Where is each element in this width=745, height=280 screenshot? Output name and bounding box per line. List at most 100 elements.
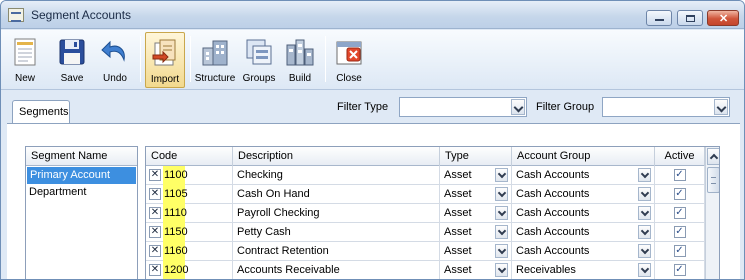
chevron-down-icon[interactable]	[511, 99, 525, 115]
segment-item-department[interactable]: Department	[26, 184, 137, 201]
active-checkbox[interactable]: ✓	[673, 169, 686, 181]
chevron-down-icon[interactable]	[638, 244, 651, 258]
account-group-cell[interactable]: Cash Accounts	[512, 242, 655, 261]
chevron-down-icon[interactable]	[495, 206, 508, 220]
scroll-up-arrow-icon[interactable]	[707, 148, 719, 165]
grid-header: Code Description Type Account Group Acti…	[146, 147, 719, 166]
groups-button[interactable]: Groups	[240, 32, 278, 88]
column-header-description[interactable]: Description	[233, 147, 440, 166]
column-header-active[interactable]: Active	[655, 147, 705, 166]
delete-row-icon[interactable]: ✕	[149, 169, 161, 181]
code-value: 1110	[163, 204, 187, 223]
active-checkbox[interactable]: ✓	[673, 245, 686, 257]
groups-icon	[246, 39, 272, 65]
type-value: Asset	[444, 264, 472, 276]
delete-row-icon[interactable]: ✕	[149, 245, 161, 257]
table-row[interactable]: ✕ 1105 Cash On Hand Asset Cash Accounts ✓	[146, 185, 706, 204]
table-row[interactable]: ✕ 1110 Payroll Checking Asset Cash Accounts ✓	[146, 204, 706, 223]
active-checkbox[interactable]: ✓	[673, 188, 686, 200]
delete-row-icon[interactable]: ✕	[149, 207, 161, 219]
type-value: Asset	[444, 169, 472, 181]
undo-button[interactable]: Undo	[97, 32, 133, 88]
code-value: 1160	[163, 242, 188, 261]
type-cell[interactable]: Asset	[440, 223, 512, 242]
code-cell[interactable]: ✕ 1160	[146, 242, 233, 261]
description-cell[interactable]: Contract Retention	[233, 242, 440, 261]
groups-label: Groups	[242, 73, 276, 84]
description-cell[interactable]: Checking	[233, 166, 440, 185]
column-header-account-group[interactable]: Account Group	[512, 147, 655, 166]
code-cell[interactable]: ✕ 1200	[146, 261, 233, 279]
code-cell[interactable]: ✕ 1110	[146, 204, 233, 223]
maximize-button[interactable]	[677, 10, 703, 26]
code-value: 1100	[163, 166, 188, 185]
table-row[interactable]: ✕ 1200 Accounts Receivable Asset Receivables…	[146, 261, 706, 279]
close-icon: ✕	[719, 13, 729, 25]
type-cell[interactable]: Asset	[440, 185, 512, 204]
type-value: Asset	[444, 245, 472, 257]
import-button[interactable]: Import	[145, 32, 185, 88]
build-button[interactable]: Build	[283, 32, 317, 88]
table-row[interactable]: ✕ 1100 Checking Asset Cash Accounts ✓	[146, 166, 706, 185]
active-checkbox[interactable]: ✓	[673, 207, 686, 219]
chevron-down-icon[interactable]	[638, 263, 651, 277]
code-value: 1150	[163, 223, 188, 242]
account-group-cell[interactable]: Cash Accounts	[512, 185, 655, 204]
chevron-down-icon[interactable]	[495, 244, 508, 258]
code-cell[interactable]: ✕ 1150	[146, 223, 233, 242]
description-cell[interactable]: Petty Cash	[233, 223, 440, 242]
scroll-thumb[interactable]	[707, 167, 719, 193]
import-icon	[152, 39, 176, 66]
column-header-code[interactable]: Code	[146, 147, 233, 166]
type-cell[interactable]: Asset	[440, 242, 512, 261]
active-checkbox[interactable]: ✓	[673, 226, 686, 238]
vertical-scrollbar[interactable]	[705, 147, 719, 279]
filter-type-label: Filter Type	[337, 101, 389, 113]
delete-row-icon[interactable]: ✕	[149, 188, 161, 200]
chevron-down-icon[interactable]	[495, 187, 508, 201]
new-button[interactable]: New	[7, 32, 43, 88]
type-value: Asset	[444, 207, 472, 219]
title-bar[interactable]: Segment Accounts ✕	[1, 1, 744, 29]
table-row[interactable]: ✕ 1150 Petty Cash Asset Cash Accounts ✓	[146, 223, 706, 242]
chevron-down-icon[interactable]	[638, 187, 651, 201]
code-cell[interactable]: ✕ 1100	[146, 166, 233, 185]
close-window-button[interactable]: ✕	[707, 10, 739, 26]
description-cell[interactable]: Payroll Checking	[233, 204, 440, 223]
account-group-cell[interactable]: Cash Accounts	[512, 166, 655, 185]
account-group-cell[interactable]: Receivables	[512, 261, 655, 279]
minimize-button[interactable]	[646, 10, 672, 26]
column-header-type[interactable]: Type	[440, 147, 512, 166]
table-row[interactable]: ✕ 1160 Contract Retention Asset Cash Account…	[146, 242, 706, 261]
chevron-down-icon[interactable]	[638, 168, 651, 182]
account-group-value: Cash Accounts	[516, 226, 590, 238]
chevron-down-icon[interactable]	[495, 168, 508, 182]
new-document-icon	[14, 38, 36, 66]
code-value: 1105	[163, 185, 188, 204]
type-cell[interactable]: Asset	[440, 204, 512, 223]
chevron-down-icon[interactable]	[495, 263, 508, 277]
description-cell[interactable]: Accounts Receivable	[233, 261, 440, 279]
chevron-down-icon[interactable]	[495, 225, 508, 239]
description-cell[interactable]: Cash On Hand	[233, 185, 440, 204]
account-group-value: Cash Accounts	[516, 207, 590, 219]
structure-button[interactable]: Structure	[194, 32, 236, 88]
active-checkbox[interactable]: ✓	[673, 264, 686, 276]
chevron-down-icon[interactable]	[714, 99, 728, 115]
chevron-down-icon[interactable]	[638, 206, 651, 220]
filter-type-select[interactable]	[399, 97, 527, 117]
type-cell[interactable]: Asset	[440, 261, 512, 279]
type-cell[interactable]: Asset	[440, 166, 512, 185]
code-cell[interactable]: ✕ 1105	[146, 185, 233, 204]
delete-row-icon[interactable]: ✕	[149, 226, 161, 238]
delete-row-icon[interactable]: ✕	[149, 264, 161, 276]
chevron-down-icon[interactable]	[638, 225, 651, 239]
account-group-cell[interactable]: Cash Accounts	[512, 223, 655, 242]
save-button[interactable]: Save	[54, 32, 90, 88]
floppy-disk-icon	[59, 39, 85, 65]
tab-segments[interactable]: Segments	[12, 100, 70, 124]
segment-item-primary-account[interactable]: Primary Account	[27, 167, 136, 184]
close-button[interactable]: Close	[331, 32, 367, 88]
account-group-cell[interactable]: Cash Accounts	[512, 204, 655, 223]
filter-group-select[interactable]	[602, 97, 730, 117]
